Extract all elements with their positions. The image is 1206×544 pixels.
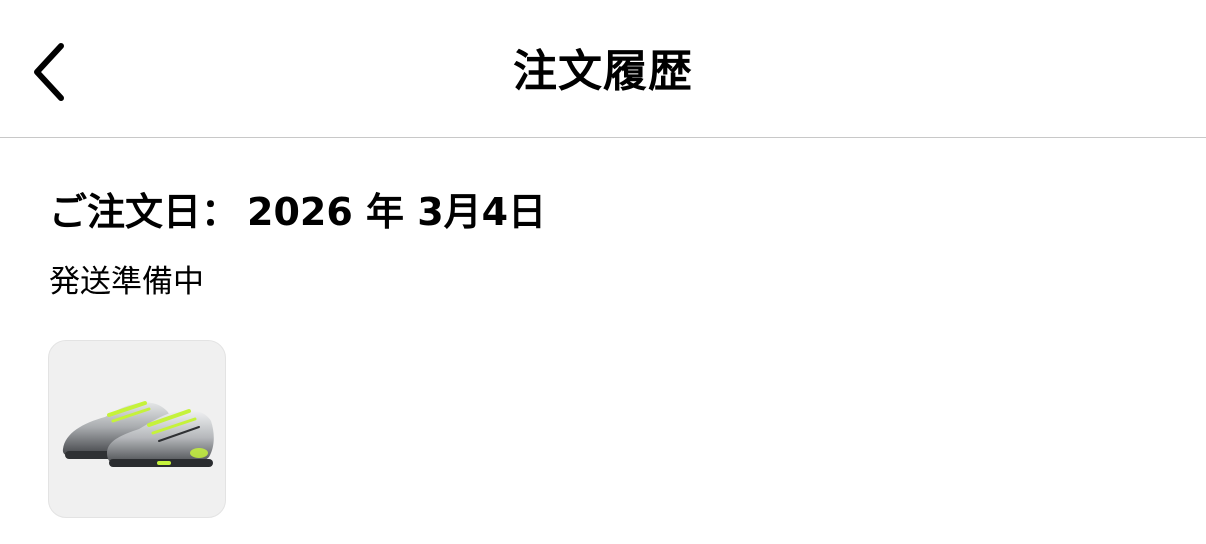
- order-date-value: 2026 年 3月4日: [247, 190, 547, 234]
- app-header: 注文履歴: [0, 0, 1206, 138]
- order-date: ご注文日： 2026 年 3月4日: [49, 186, 546, 238]
- page-title: 注文履歴: [513, 46, 693, 97]
- order-status: 発送準備中: [49, 264, 204, 300]
- sneaker-product-image: [62, 401, 214, 467]
- order-date-label: ご注文日：: [49, 190, 240, 234]
- product-thumbnail[interactable]: [48, 340, 226, 518]
